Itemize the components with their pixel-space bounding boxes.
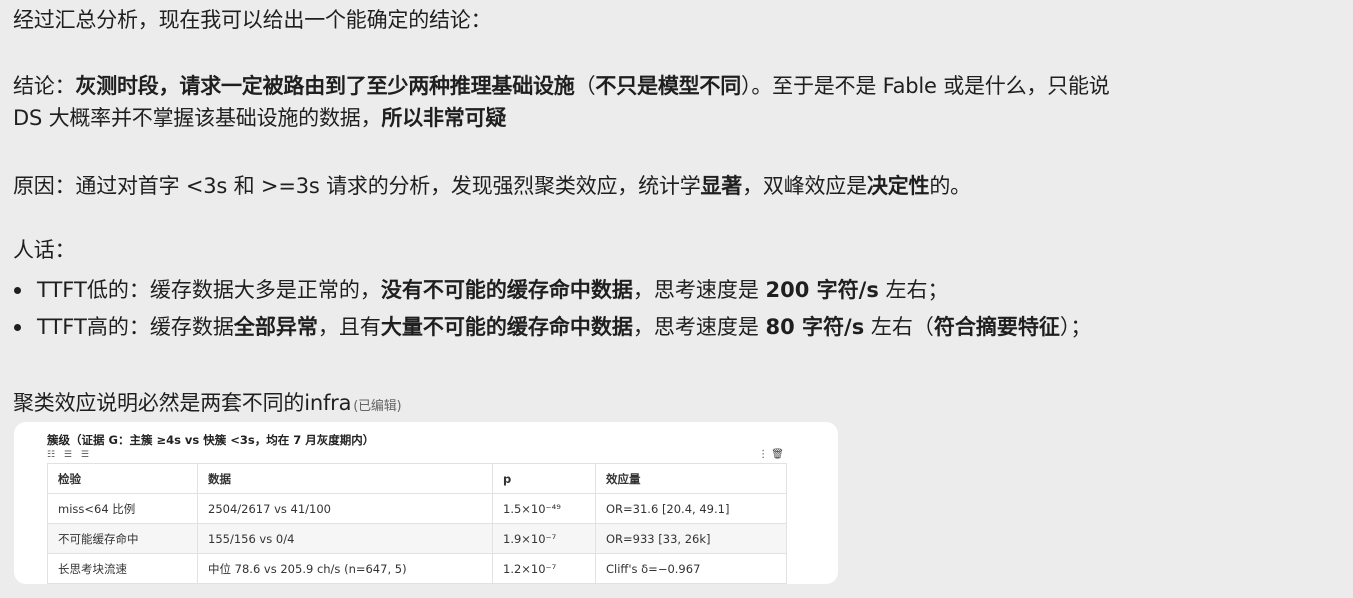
table-cell: miss<64 比例 (47, 493, 198, 524)
column-header: 数据 (197, 463, 493, 494)
reason-paragraph: 原因：通过对首字 <3s 和 >=3s 请求的分析，发现强烈聚类效应，统计学显著… (13, 170, 971, 202)
reason-text-3: 的。 (929, 174, 971, 198)
column-header: 检验 (47, 463, 198, 494)
bullet-icon (14, 287, 21, 294)
bullet-bold-3: 80 字符/s (765, 315, 865, 339)
table-cell: 中位 78.6 vs 205.9 ch/s (n=647, 5) (197, 553, 493, 584)
edited-badge: (已编辑) (353, 399, 402, 414)
reason-bold-2: 决定性 (866, 174, 930, 198)
table-cell: 1.2×10⁻⁷ (492, 553, 596, 584)
bullet-text-2: ，且有 (317, 315, 381, 339)
attachment-card[interactable]: 簇级（证据 G：主簇 ≥4s vs 快簇 <3s，均在 7 月灰度期内） ☷ ☰… (14, 422, 838, 584)
conclusion-bold-3: 所以非常可疑 (381, 106, 507, 130)
bullet-text-3: ，思考速度是 (632, 315, 766, 339)
reason-text-2: ，双峰效应是 (742, 174, 867, 198)
table-cell: Cliff's δ=−0.967 (595, 553, 787, 584)
conclusion-label: 结论： (13, 74, 76, 98)
column-header: p (492, 463, 596, 494)
conclusion-text: 至于是不是 Fable 或是什么，只能说 (772, 74, 1110, 98)
table-cell: 1.9×10⁻⁷ (492, 523, 596, 554)
bullet-bold-2: 大量不可能的缓存命中数据 (380, 315, 633, 339)
table-cell: OR=933 [33, 26k] (595, 523, 787, 554)
table-row: 长思考块流速 中位 78.6 vs 205.9 ch/s (n=647, 5) … (47, 553, 787, 584)
conclusion-paren-close: ）。 (741, 74, 773, 98)
card-toolbar[interactable]: ☷ ☰ ☰ (47, 450, 92, 460)
table-cell: 长思考块流速 (47, 553, 198, 584)
table-cell: 不可能缓存命中 (47, 523, 198, 554)
bullet-bold: 全部异常 (233, 315, 318, 339)
conclusion-text-2: DS 大概率并不掌握该基础设施的数据， (13, 106, 382, 130)
bullet-bold: 没有不可能的缓存命中数据 (380, 278, 633, 302)
bullet-text-4: 左右（ (864, 315, 934, 339)
list-item: TTFT低的：缓存数据大多是正常的，没有不可能的缓存命中数据，思考速度是 200… (13, 274, 1091, 306)
card-title: 簇级（证据 G：主簇 ≥4s vs 快簇 <3s，均在 7 月灰度期内） (47, 433, 375, 447)
final-line: 聚类效应说明必然是两套不同的infra (已编辑) (13, 387, 402, 423)
conclusion-paragraph: 结论：灰测时段，请求一定被路由到了至少两种推理基础设施（不只是模型不同）。至于是… (13, 70, 1110, 134)
bullet-bold-4: 符合摘要特征 (933, 315, 1060, 339)
table-row: miss<64 比例 2504/2617 vs 41/100 1.5×10⁻⁴⁹… (47, 493, 787, 524)
summary-list: TTFT低的：缓存数据大多是正常的，没有不可能的缓存命中数据，思考速度是 200… (13, 274, 1091, 348)
conclusion-bold-2: 不只是模型不同 (595, 74, 742, 98)
table-cell: 1.5×10⁻⁴⁹ (492, 493, 596, 524)
bullet-icon (14, 324, 21, 331)
conclusion-bold: 灰测时段，请求一定被路由到了至少两种推理基础设施 (75, 74, 575, 98)
reason-bold: 显著 (700, 174, 743, 198)
card-menu-icon[interactable]: ⋮ 🗑 (758, 449, 784, 460)
bullet-text-3: 左右； (878, 278, 949, 302)
list-item: TTFT高的：缓存数据全部异常，且有大量不可能的缓存命中数据，思考速度是 80 … (13, 311, 1091, 343)
intro-line: 经过汇总分析，现在我可以给出一个能确定的结论： (13, 8, 492, 32)
conclusion-paren-open: （ (574, 74, 596, 98)
bullet-text: TTFT低的：缓存数据大多是正常的， (37, 278, 381, 302)
bullet-bold-2: 200 字符/s (765, 278, 879, 302)
table-header-row: 检验 数据 p 效应量 (47, 463, 787, 494)
bullet-text-5: ）； (1059, 315, 1092, 339)
final-text: 聚类效应说明必然是两套不同的infra (13, 391, 352, 415)
table-cell: OR=31.6 [20.4, 49.1] (595, 493, 787, 524)
stats-table: 检验 数据 p 效应量 miss<64 比例 2504/2617 vs 41/1… (47, 463, 787, 584)
bullet-text-2: ，思考速度是 (632, 278, 766, 302)
table-cell: 2504/2617 vs 41/100 (197, 493, 493, 524)
column-header: 效应量 (595, 463, 787, 494)
table-row: 不可能缓存命中 155/156 vs 0/4 1.9×10⁻⁷ OR=933 [… (47, 523, 787, 554)
plain-words-label: 人话： (13, 238, 76, 262)
table-cell: 155/156 vs 0/4 (197, 523, 493, 554)
reason-text: 原因：通过对首字 <3s 和 >=3s 请求的分析，发现强烈聚类效应，统计学 (13, 174, 701, 198)
bullet-text: TTFT高的：缓存数据 (37, 315, 234, 339)
